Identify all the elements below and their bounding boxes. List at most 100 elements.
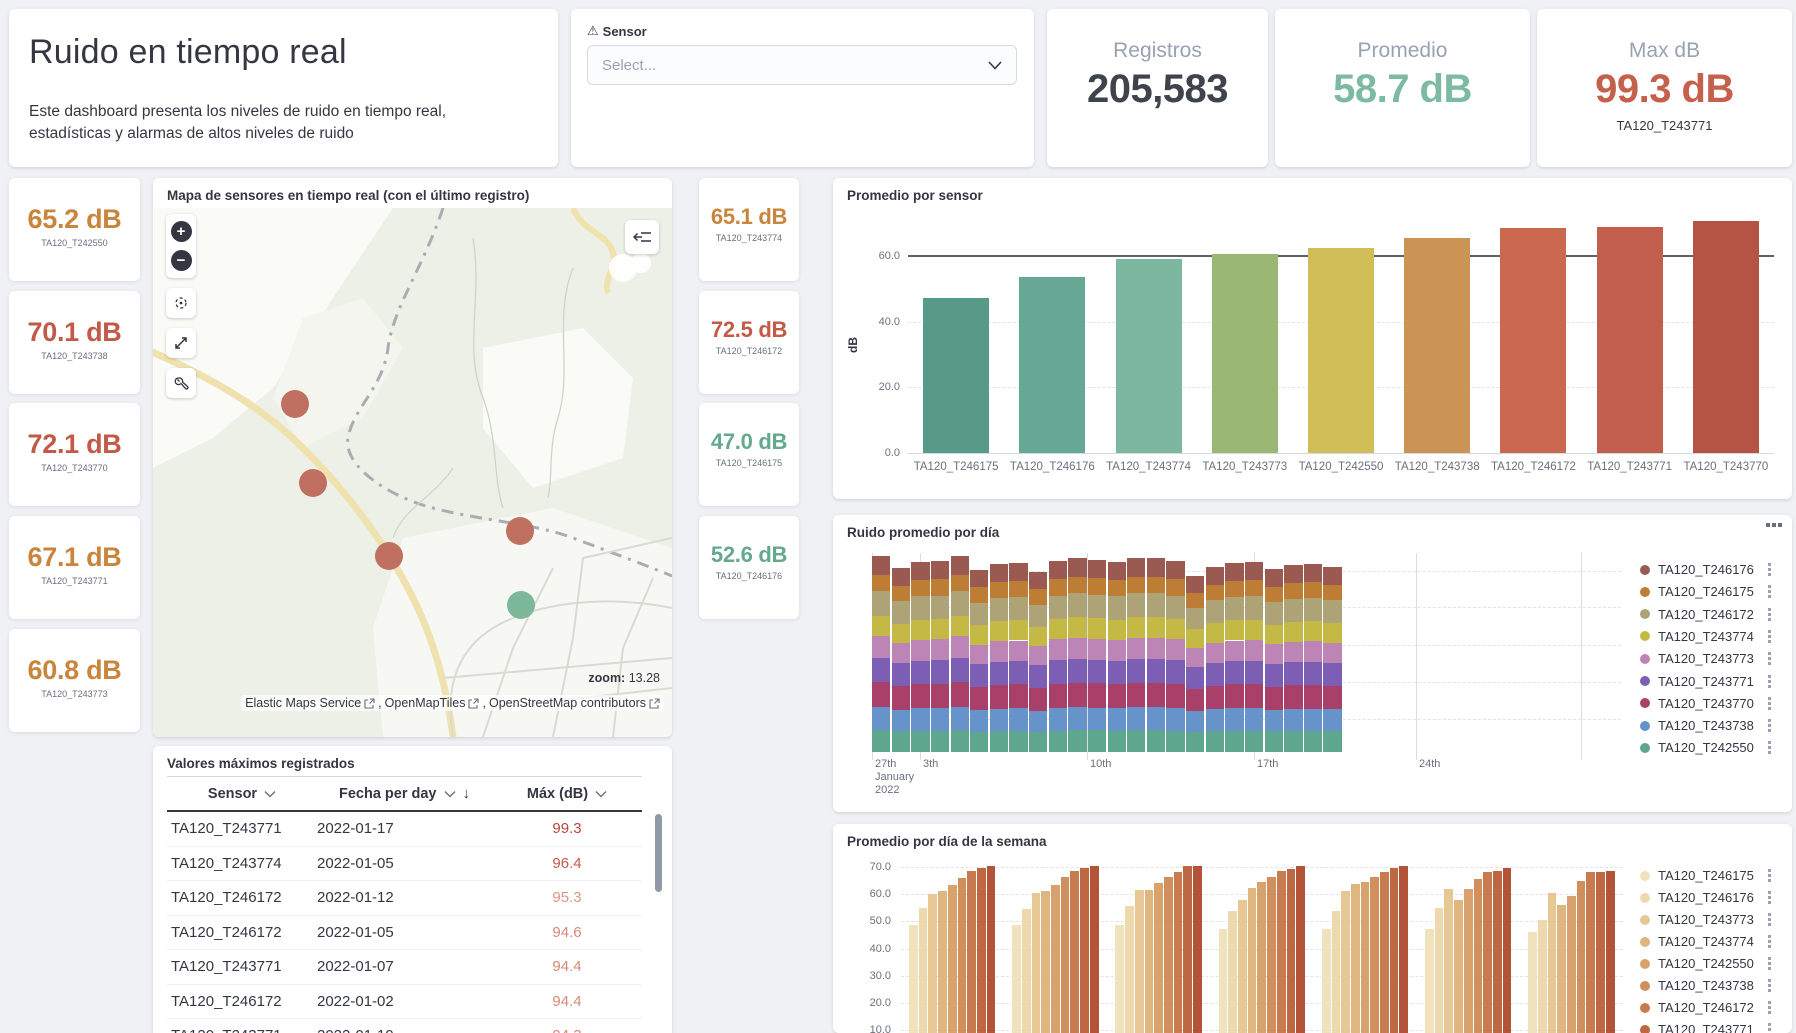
- legend-item[interactable]: TA120_T242550: [1640, 956, 1771, 971]
- stacked-bar-segment[interactable]: [911, 580, 929, 596]
- stacked-bar-segment[interactable]: [1166, 639, 1184, 660]
- stacked-bar-segment[interactable]: [1009, 708, 1027, 730]
- stacked-bar-segment[interactable]: [1147, 638, 1165, 659]
- stacked-bar-segment[interactable]: [931, 596, 949, 619]
- grouped-bar[interactable]: [1399, 866, 1408, 1033]
- stacked-bar-segment[interactable]: [1265, 602, 1283, 624]
- stacked-bar-segment[interactable]: [1029, 589, 1047, 604]
- stacked-bar-segment[interactable]: [1108, 640, 1126, 661]
- stacked-bar-segment[interactable]: [1108, 661, 1126, 685]
- bar[interactable]: [1212, 254, 1278, 453]
- stacked-bar-segment[interactable]: [1108, 684, 1126, 708]
- stacked-bar-segment[interactable]: [1108, 596, 1126, 619]
- stacked-bar-segment[interactable]: [1206, 643, 1224, 663]
- stacked-bar-segment[interactable]: [872, 636, 890, 657]
- stacked-bar-segment[interactable]: [1206, 709, 1224, 731]
- stacked-bar-segment[interactable]: [911, 640, 929, 661]
- stacked-bar-segment[interactable]: [951, 591, 969, 615]
- stacked-bar-segment[interactable]: [1068, 730, 1086, 752]
- stacked-bar-segment[interactable]: [951, 556, 969, 575]
- column-header-sensor[interactable]: Sensor: [167, 786, 317, 802]
- stacked-bar-segment[interactable]: [1088, 639, 1106, 660]
- grouped-bar[interactable]: [1577, 881, 1586, 1033]
- legend-item[interactable]: TA120_T243771: [1640, 674, 1771, 689]
- grouped-bar[interactable]: [1061, 877, 1070, 1033]
- stacked-bar-segment[interactable]: [1245, 562, 1263, 580]
- stacked-bar-segment[interactable]: [911, 562, 929, 580]
- stacked-bar-segment[interactable]: [1029, 688, 1047, 711]
- map-canvas[interactable]: + − zoom: 13.28 Elastic Maps Service, Op…: [153, 208, 672, 737]
- stacked-bar-segment[interactable]: [1147, 577, 1165, 593]
- stacked-bar-segment[interactable]: [1284, 599, 1302, 622]
- table-row[interactable]: TA120_T2461722022-01-0594.6: [167, 916, 642, 951]
- legend-item[interactable]: TA120_T246175: [1640, 868, 1771, 883]
- stacked-bar-segment[interactable]: [990, 582, 1008, 598]
- stacked-bar-segment[interactable]: [1068, 683, 1086, 708]
- stacked-bar-segment[interactable]: [1304, 564, 1322, 582]
- table-scrollbar-thumb[interactable]: [655, 814, 662, 892]
- grouped-bar[interactable]: [1248, 888, 1257, 1033]
- stacked-bar-segment[interactable]: [1206, 600, 1224, 623]
- stacked-bar-segment[interactable]: [1009, 731, 1027, 752]
- grouped-bar[interactable]: [1145, 890, 1154, 1033]
- stacked-bar-segment[interactable]: [1127, 683, 1145, 708]
- stacked-bar-segment[interactable]: [1206, 585, 1224, 601]
- grouped-bar[interactable]: [1361, 882, 1370, 1033]
- map-sensor-marker[interactable]: [506, 517, 534, 545]
- grouped-bar[interactable]: [928, 894, 937, 1033]
- bar[interactable]: [1597, 227, 1663, 453]
- stacked-bar-segment[interactable]: [1304, 685, 1322, 709]
- grouped-bar[interactable]: [1080, 868, 1089, 1033]
- table-row[interactable]: TA120_T2437742022-01-0596.4: [167, 847, 642, 882]
- stacked-bar-segment[interactable]: [1225, 620, 1243, 640]
- bar[interactable]: [1404, 238, 1470, 453]
- grouped-bar[interactable]: [1370, 877, 1379, 1033]
- legend-item[interactable]: TA120_T246172: [1640, 1000, 1771, 1015]
- stacked-bar-segment[interactable]: [872, 616, 890, 637]
- grouped-bar[interactable]: [1012, 925, 1021, 1033]
- stacked-bar-segment[interactable]: [1068, 659, 1086, 683]
- sort-desc-icon[interactable]: ↓: [463, 785, 471, 802]
- grouped-bar[interactable]: [1567, 896, 1576, 1033]
- grouped-bar[interactable]: [1464, 889, 1473, 1033]
- collapse-legend-button[interactable]: [625, 220, 659, 254]
- stacked-bar-segment[interactable]: [970, 664, 988, 687]
- stacked-bar-segment[interactable]: [951, 682, 969, 707]
- stacked-bar-segment[interactable]: [990, 662, 1008, 685]
- stacked-bar-segment[interactable]: [970, 687, 988, 710]
- stacked-bar-segment[interactable]: [1108, 620, 1126, 640]
- stacked-bar-segment[interactable]: [1068, 558, 1086, 577]
- legend-item[interactable]: TA120_T242550: [1640, 740, 1771, 755]
- legend-item[interactable]: TA120_T246175: [1640, 584, 1771, 599]
- stacked-bar-segment[interactable]: [892, 663, 910, 686]
- stacked-bar-segment[interactable]: [1029, 627, 1047, 646]
- stacked-bar-segment[interactable]: [1284, 565, 1302, 583]
- map-sensor-marker[interactable]: [507, 591, 535, 619]
- stacked-bar-segment[interactable]: [892, 586, 910, 602]
- stacked-bar-segment[interactable]: [1206, 623, 1224, 643]
- stacked-bar-segment[interactable]: [892, 624, 910, 644]
- stacked-bar-segment[interactable]: [1088, 618, 1106, 638]
- stacked-bar-segment[interactable]: [931, 660, 949, 684]
- stacked-bar-segment[interactable]: [1225, 597, 1243, 620]
- stacked-bar-segment[interactable]: [1304, 582, 1322, 598]
- stacked-bar-segment[interactable]: [1265, 644, 1283, 664]
- stacked-bar-segment[interactable]: [970, 732, 988, 752]
- stacked-bar-segment[interactable]: [1029, 646, 1047, 666]
- stacked-bar-segment[interactable]: [1186, 629, 1204, 648]
- grouped-bar[interactable]: [967, 871, 976, 1033]
- stacked-bar-segment[interactable]: [1147, 683, 1165, 708]
- stacked-bar-segment[interactable]: [990, 685, 1008, 709]
- stacked-bar-segment[interactable]: [931, 708, 949, 731]
- legend-action-icon[interactable]: [1768, 563, 1771, 576]
- legend-action-icon[interactable]: [1768, 935, 1771, 948]
- stacked-bar-segment[interactable]: [1009, 620, 1027, 640]
- stacked-bar-segment[interactable]: [1049, 660, 1067, 684]
- stacked-bar-segment[interactable]: [970, 603, 988, 625]
- grouped-bar[interactable]: [1538, 920, 1547, 1033]
- grouped-bar[interactable]: [1296, 866, 1305, 1033]
- map-attribution-link[interactable]: OpenStreetMap contributors: [489, 696, 660, 710]
- stacked-bar-segment[interactable]: [1186, 576, 1204, 593]
- stacked-bar-segment[interactable]: [911, 684, 929, 708]
- stacked-bar-segment[interactable]: [1029, 605, 1047, 627]
